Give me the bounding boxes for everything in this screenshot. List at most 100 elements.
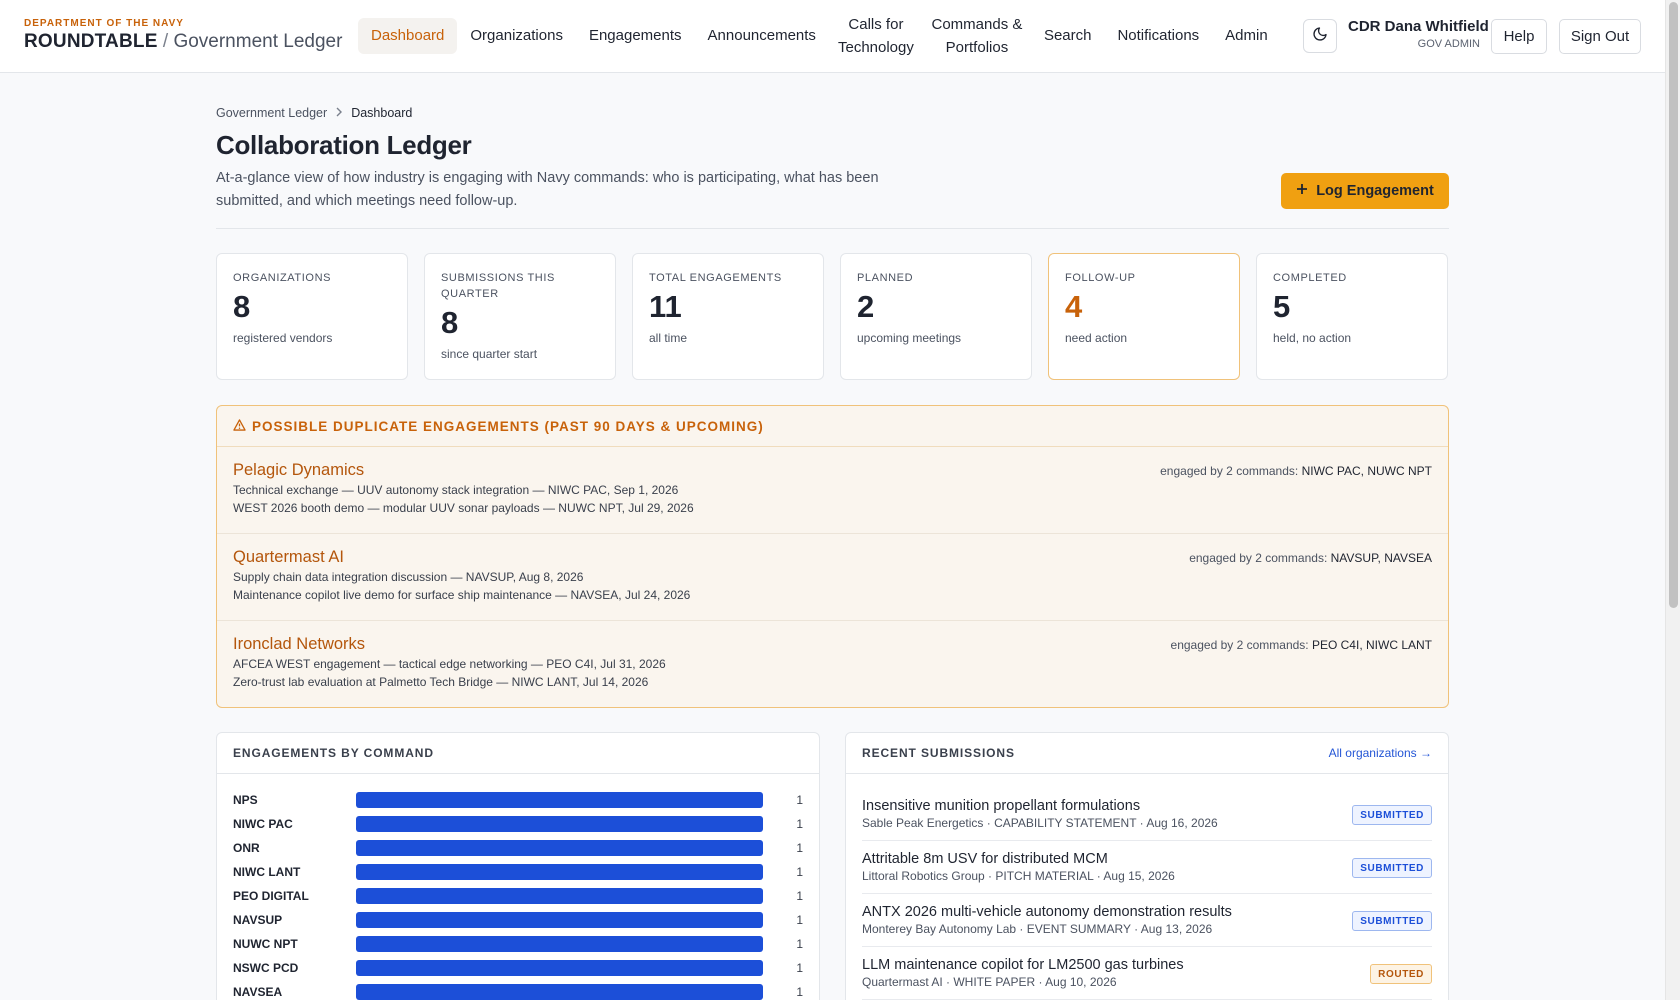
command-bar xyxy=(355,792,764,808)
main-nav: Dashboard Organizations Engagements Anno… xyxy=(358,0,1281,72)
engaged-prefix: engaged by 2 commands: xyxy=(1170,638,1309,652)
duplicate-engagements-title: POSSIBLE DUPLICATE ENGAGEMENTS (PAST 90 … xyxy=(252,418,764,434)
main-content: Government Ledger Dashboard Collaboratio… xyxy=(216,100,1449,1000)
stat-card-submissions: SUBMISSIONS THIS QUARTER 8 since quarter… xyxy=(424,253,616,380)
submission-item[interactable]: Insensitive munition propellant formulat… xyxy=(862,788,1432,841)
page-description: At-a-glance view of how industry is enga… xyxy=(216,170,879,209)
command-bar-row: NUWC NPT 1 xyxy=(233,932,803,956)
nav-organizations[interactable]: Organizations xyxy=(457,18,576,54)
stat-caption: registered vendors xyxy=(233,331,333,345)
bar-track xyxy=(355,816,764,832)
command-bar xyxy=(355,840,764,856)
help-button[interactable]: Help xyxy=(1491,19,1547,54)
duplicate-engagements-header: POSSIBLE DUPLICATE ENGAGEMENTS (PAST 90 … xyxy=(217,406,1448,447)
command-bar xyxy=(355,864,764,880)
command-count: 1 xyxy=(796,817,803,831)
bar-track xyxy=(355,984,764,1000)
stat-label: SUBMISSIONS THIS QUARTER xyxy=(441,272,555,300)
stat-label: COMPLETED xyxy=(1273,272,1347,284)
duplicate-item: Quartermast AI Supply chain data integra… xyxy=(217,534,1448,621)
command-bar-row: NIWC LANT 1 xyxy=(233,860,803,884)
command-bar xyxy=(355,960,764,976)
panel-header: RECENT SUBMISSIONS All organizations → xyxy=(846,733,1448,774)
stat-caption: held, no action xyxy=(1273,331,1352,345)
command-bar-row: NSWC PCD 1 xyxy=(233,956,803,980)
submission-title[interactable]: ANTX 2026 multi-vehicle autonomy demonst… xyxy=(862,904,1432,920)
submission-meta: Monterey Bay Autonomy Lab · EVENT SUMMAR… xyxy=(862,922,1213,936)
engagement-line: WEST 2026 booth demo — modular UUV sonar… xyxy=(233,501,694,515)
command-bar-row: NAVSEA 1 xyxy=(233,980,803,1000)
panel-title: RECENT SUBMISSIONS xyxy=(862,746,1015,760)
engaged-commands: engaged by 2 commands: NIWC PAC, NUWC NP… xyxy=(1160,464,1432,478)
stats-row: ORGANIZATIONS 8 registered vendors SUBMI… xyxy=(216,253,1449,380)
engaged-command-list: NIWC PAC, NUWC NPT xyxy=(1301,464,1432,478)
log-engagement-button[interactable]: Log Engagement xyxy=(1281,173,1449,209)
stat-caption: upcoming meetings xyxy=(857,331,962,345)
nav-announcements[interactable]: Announcements xyxy=(695,18,829,54)
stat-card-follow-up: FOLLOW-UP 4 need action xyxy=(1048,253,1240,380)
duplicate-engagements-panel: POSSIBLE DUPLICATE ENGAGEMENTS (PAST 90 … xyxy=(216,405,1449,708)
nav-engagements[interactable]: Engagements xyxy=(576,18,695,54)
engagement-line: Technical exchange — UUV autonomy stack … xyxy=(233,483,679,497)
duplicate-item: Pelagic Dynamics Technical exchange — UU… xyxy=(217,447,1448,534)
theme-toggle-button[interactable] xyxy=(1303,19,1337,53)
stat-label: TOTAL ENGAGEMENTS xyxy=(649,272,782,284)
stat-value: 8 xyxy=(233,289,251,324)
submission-title[interactable]: LLM maintenance copilot for LM2500 gas t… xyxy=(862,957,1432,973)
stat-value: 2 xyxy=(857,289,875,324)
command-count: 1 xyxy=(796,865,803,879)
command-label: NIWC LANT xyxy=(233,865,301,879)
user-role: GOV ADMIN xyxy=(1417,38,1480,50)
nav-notifications[interactable]: Notifications xyxy=(1104,18,1212,54)
engagement-line: Supply chain data integration discussion… xyxy=(233,570,584,584)
nav-admin[interactable]: Admin xyxy=(1212,18,1281,54)
nav-dashboard[interactable]: Dashboard xyxy=(358,18,458,54)
command-label: NAVSUP xyxy=(233,913,283,927)
submission-item[interactable]: LLM maintenance copilot for LM2500 gas t… xyxy=(862,947,1432,1000)
scrollbar-thumb[interactable] xyxy=(1669,2,1678,608)
submission-list: Insensitive munition propellant formulat… xyxy=(846,774,1448,1000)
submission-title[interactable]: Attritable 8m USV for distributed MCM xyxy=(862,851,1432,867)
stat-caption: need action xyxy=(1065,331,1128,345)
chevron-right-icon xyxy=(335,106,343,120)
top-navigation-bar: DEPARTMENT OF THE NAVY ROUNDTABLE / Gove… xyxy=(0,0,1665,73)
stat-value: 5 xyxy=(1273,289,1291,324)
command-bar-row: NAVSUP 1 xyxy=(233,908,803,932)
all-organizations-link[interactable]: All organizations → xyxy=(1329,746,1432,760)
submission-title[interactable]: Insensitive munition propellant formulat… xyxy=(862,798,1432,814)
engagements-by-command-panel: ENGAGEMENTS BY COMMAND NPS 1 NIWC PAC 1 ONR 1… xyxy=(216,732,820,1000)
stat-card-planned: PLANNED 2 upcoming meetings xyxy=(840,253,1032,380)
command-bar-list: NPS 1 NIWC PAC 1 ONR 1 NIWC LANT 1 PEO DIGITAL 1 N… xyxy=(217,774,819,1000)
stat-card-organizations: ORGANIZATIONS 8 registered vendors xyxy=(216,253,408,380)
command-label: ONR xyxy=(233,841,260,855)
breadcrumb: Government Ledger Dashboard xyxy=(216,100,1449,126)
page-scrollbar[interactable] xyxy=(1665,0,1680,1000)
submission-meta: Quartermast AI · WHITE PAPER · Aug 10, 2… xyxy=(862,975,1117,989)
brand-logo[interactable]: DEPARTMENT OF THE NAVY ROUNDTABLE / Gove… xyxy=(24,18,342,53)
command-bar xyxy=(355,984,764,1000)
command-count: 1 xyxy=(796,889,803,903)
stat-caption: since quarter start xyxy=(441,347,538,361)
engaged-command-list: PEO C4I, NIWC LANT xyxy=(1311,638,1432,652)
submission-item[interactable]: ANTX 2026 multi-vehicle autonomy demonst… xyxy=(862,894,1432,947)
nav-commands-portfolios[interactable]: Commands & Portfolios xyxy=(923,13,1031,59)
command-bar-row: ONR 1 xyxy=(233,836,803,860)
status-badge: SUBMITTED xyxy=(1352,805,1432,825)
warning-icon xyxy=(233,418,246,434)
duplicate-item: Ironclad Networks AFCEA WEST engagement … xyxy=(217,621,1448,707)
engagement-line: AFCEA WEST engagement — tactical edge ne… xyxy=(233,657,666,671)
breadcrumb-root[interactable]: Government Ledger xyxy=(216,106,327,120)
brand-name: ROUNDTABLE xyxy=(24,31,158,52)
sign-out-button[interactable]: Sign Out xyxy=(1559,19,1641,54)
engaged-prefix: engaged by 2 commands: xyxy=(1160,464,1299,478)
submission-item[interactable]: Attritable 8m USV for distributed MCM Li… xyxy=(862,841,1432,894)
nav-search[interactable]: Search xyxy=(1031,18,1105,54)
brand-suffix: Government Ledger xyxy=(173,31,343,52)
engaged-prefix: engaged by 2 commands: xyxy=(1189,551,1328,565)
log-engagement-label: Log Engagement xyxy=(1316,183,1434,199)
command-count: 1 xyxy=(796,793,803,807)
command-count: 1 xyxy=(796,985,803,999)
nav-calls-for-technology[interactable]: Calls for Technology xyxy=(829,13,923,59)
command-label: NAVSEA xyxy=(233,985,283,999)
submission-meta: Sable Peak Energetics · CAPABILITY STATE… xyxy=(862,816,1218,830)
